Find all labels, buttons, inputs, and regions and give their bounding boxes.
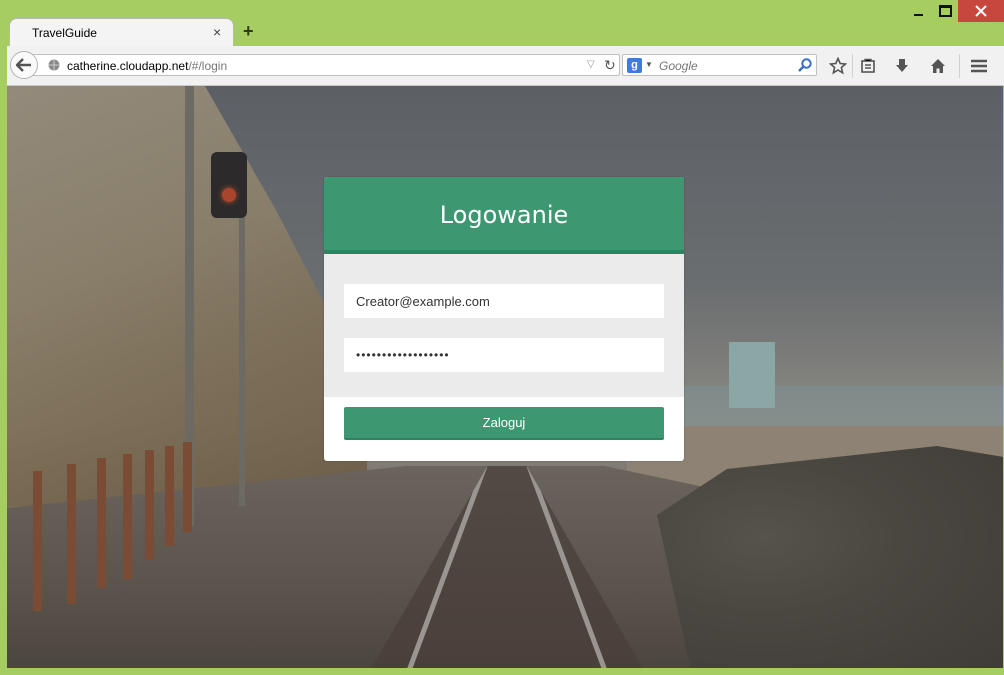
tab-close-icon[interactable]: × (213, 25, 221, 39)
background-fence-post (97, 458, 106, 588)
page-content: Logowanie Zaloguj (7, 86, 1003, 668)
reload-icon[interactable]: ↻ (604, 57, 616, 74)
downloads-button[interactable] (892, 56, 912, 76)
background-railway-signal (211, 152, 247, 218)
download-arrow-icon (896, 59, 908, 72)
minimize-button[interactable] (905, 0, 931, 22)
background-fence-post (67, 464, 76, 604)
tab-title: TravelGuide (32, 26, 97, 40)
open-menu-button[interactable] (969, 56, 989, 76)
star-icon (829, 57, 847, 75)
hamburger-menu-icon (971, 59, 987, 73)
new-tab-button[interactable]: + (243, 22, 254, 40)
globe-icon (48, 59, 60, 71)
login-title: Logowanie (439, 201, 569, 229)
background-lifeguard-hut (729, 342, 775, 408)
password-input[interactable] (344, 338, 664, 372)
bookmarks-menu-button[interactable] (858, 56, 878, 76)
close-icon (975, 5, 987, 17)
browser-tab[interactable]: TravelGuide × (9, 18, 234, 46)
back-button[interactable] (10, 51, 38, 79)
navigation-toolbar: catherine.cloudapp.net/#/login ▽ ↻ g ▼ G… (7, 46, 1004, 86)
browser-window: TravelGuide × + catherine.cloudapp.net/#… (0, 0, 1004, 675)
login-form-body (324, 254, 684, 397)
search-engine-icon[interactable]: g (627, 58, 642, 73)
background-fence-post (183, 442, 192, 532)
minimize-icon (913, 14, 923, 16)
toolbar-divider (852, 54, 853, 78)
search-engine-dropdown-icon[interactable]: ▼ (645, 60, 653, 69)
background-fence-post (145, 450, 154, 560)
login-submit-button[interactable]: Zaloguj (344, 407, 664, 440)
close-window-button[interactable] (958, 0, 1004, 22)
url-bar[interactable]: catherine.cloudapp.net/#/login ▽ ↻ (30, 54, 620, 76)
search-placeholder: Google (659, 59, 698, 73)
back-arrow-icon (16, 58, 31, 72)
search-icon[interactable] (797, 57, 813, 73)
bookmark-star-button[interactable] (828, 56, 848, 76)
login-card: Logowanie Zaloguj (324, 177, 684, 461)
background-sign-pole (239, 206, 245, 506)
clipboard-icon (861, 58, 875, 73)
search-bar[interactable]: g ▼ Google (622, 54, 817, 76)
signal-lamp (222, 188, 236, 202)
background-fence-post (33, 471, 42, 611)
url-text: catherine.cloudapp.net/#/login (67, 59, 227, 73)
maximize-button[interactable] (932, 0, 958, 22)
background-fence-post (123, 454, 132, 579)
home-button[interactable] (928, 56, 948, 76)
toolbar-divider (959, 54, 960, 78)
email-input[interactable] (344, 284, 664, 318)
url-path: /#/login (188, 59, 228, 73)
background-fence-post (165, 446, 174, 546)
home-icon (931, 59, 945, 73)
url-history-dropdown-icon[interactable]: ▽ (587, 59, 595, 70)
url-host: catherine.cloudapp.net (67, 59, 189, 73)
maximize-icon (938, 5, 952, 17)
login-card-header: Logowanie (324, 177, 684, 254)
